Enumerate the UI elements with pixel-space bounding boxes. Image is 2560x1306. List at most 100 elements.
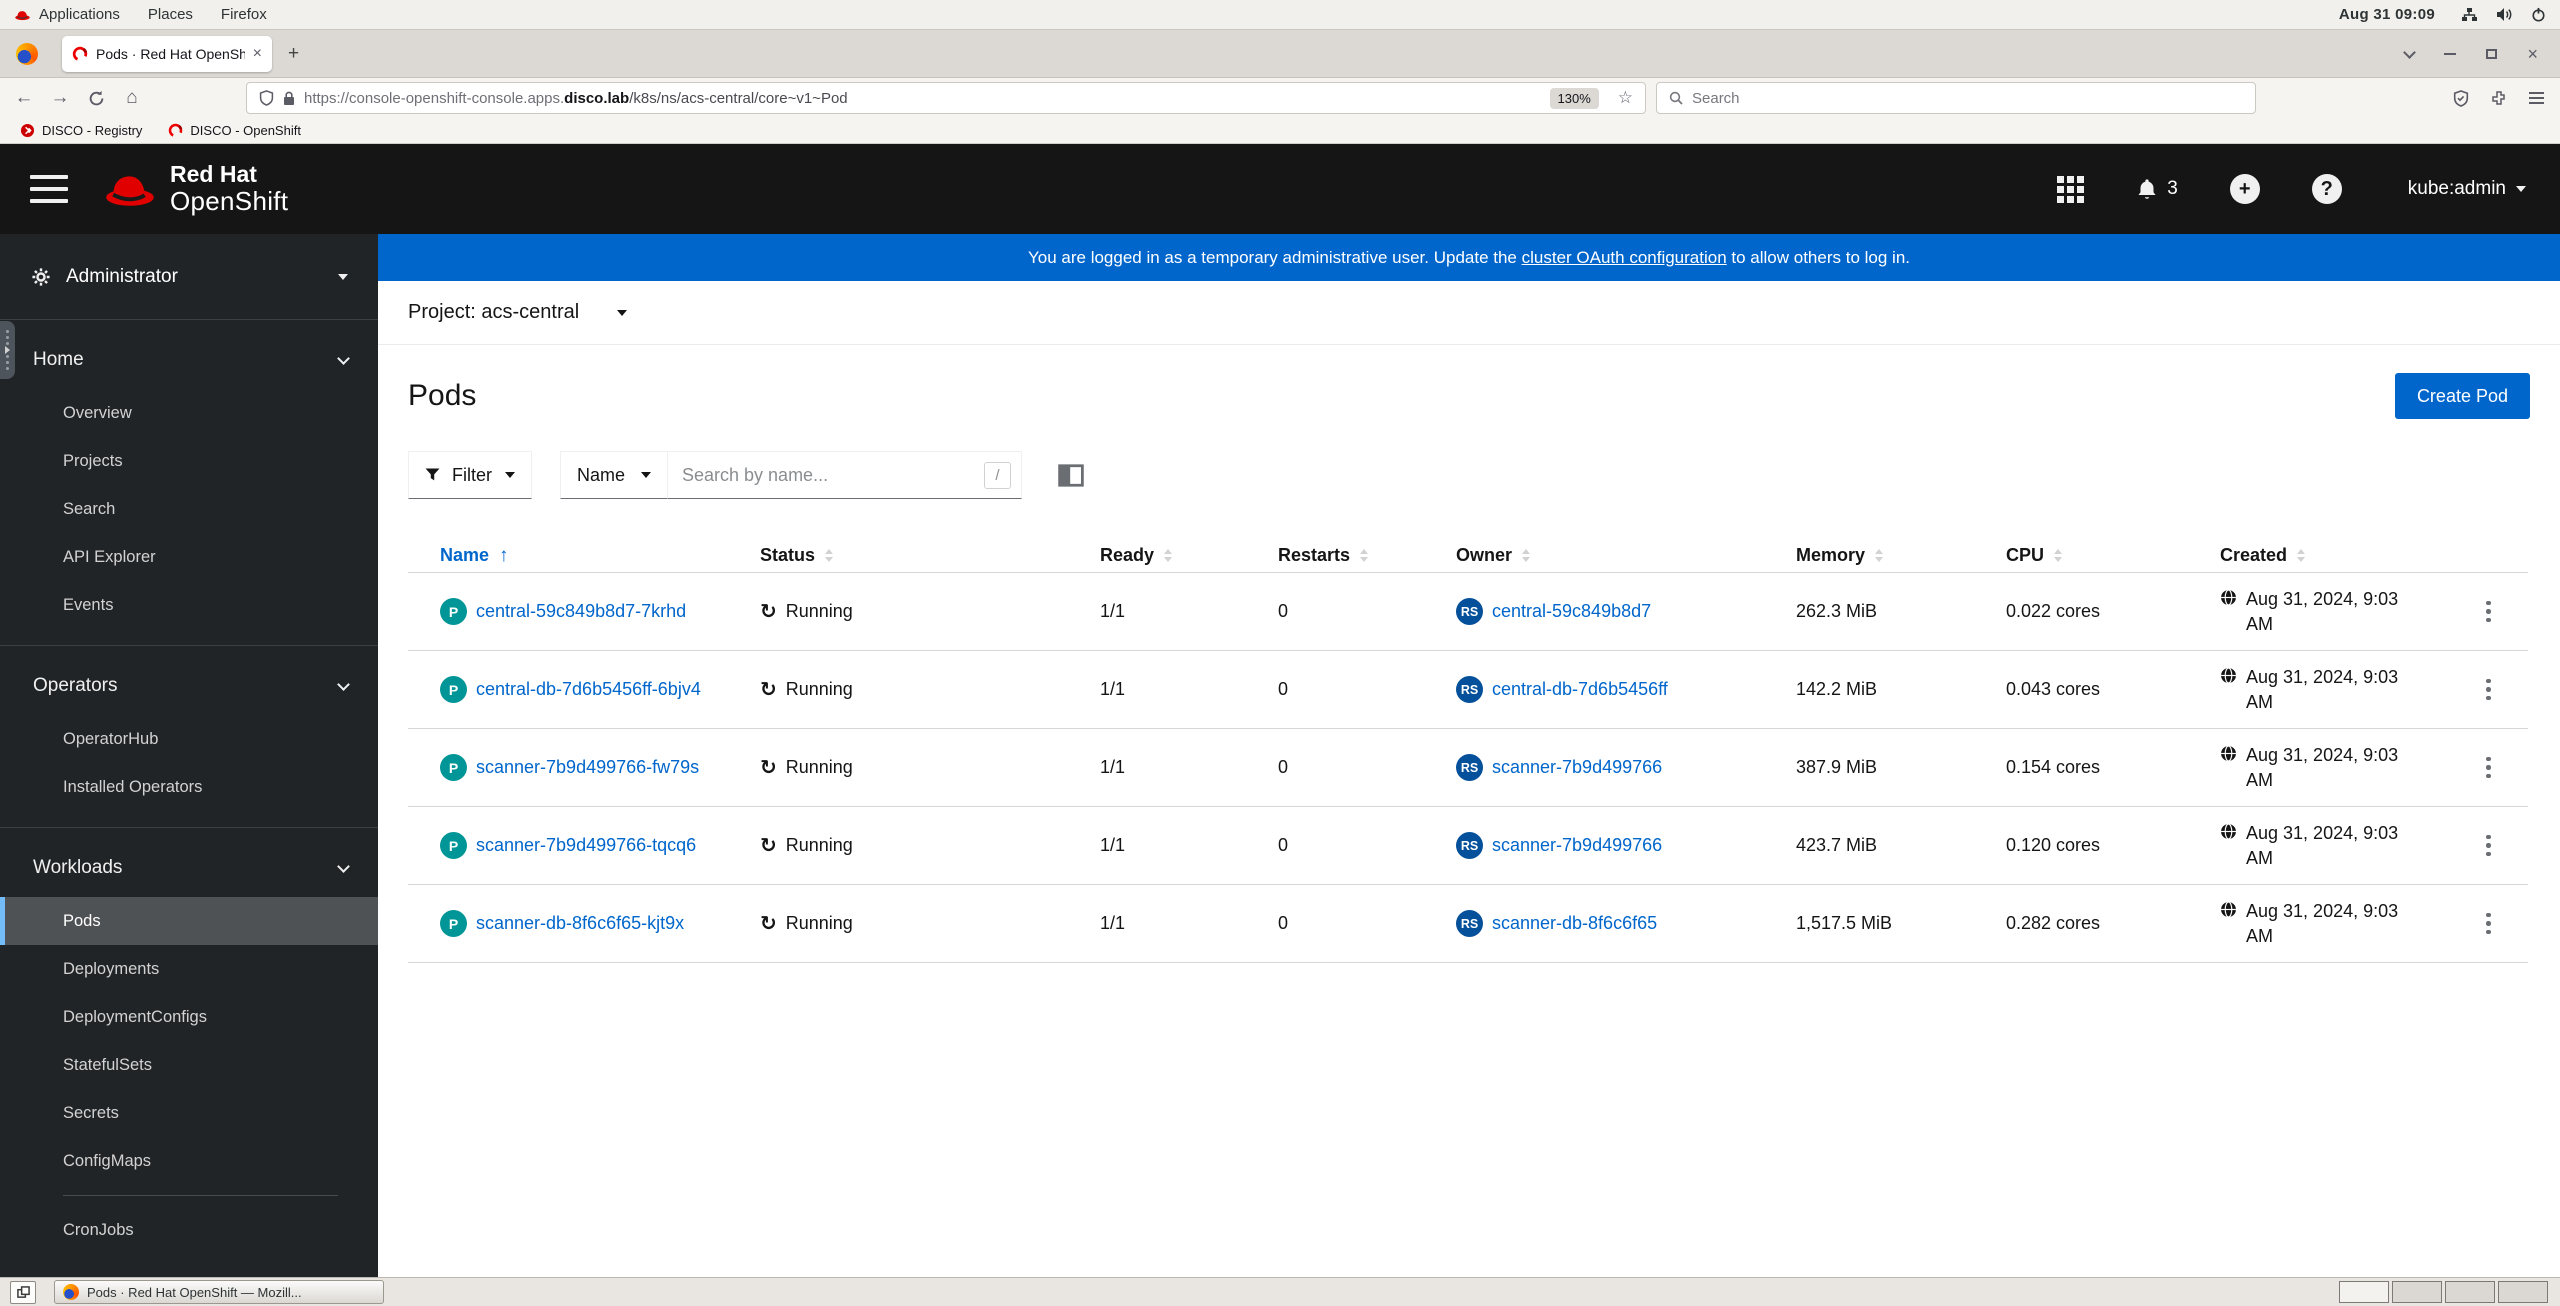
oauth-config-link[interactable]: cluster OAuth configuration [1522, 248, 1727, 267]
workspace-1[interactable] [2339, 1281, 2389, 1303]
forward-icon[interactable]: → [42, 87, 78, 109]
kebab-menu-icon[interactable] [2486, 678, 2491, 701]
url-bar[interactable]: https://console-openshift-console.apps.d… [246, 82, 1646, 114]
owner-link[interactable]: scanner-7b9d499766 [1492, 835, 1662, 856]
show-desktop-button[interactable] [10, 1280, 36, 1304]
nav-section-operators[interactable]: Operators [0, 669, 378, 703]
column-header-cpu[interactable]: CPU [1974, 545, 2188, 566]
pod-name-cell: Pscanner-db-8f6c6f65-kjt9x [408, 910, 728, 937]
column-header-name[interactable]: Name ↑ [408, 545, 728, 567]
nav-section-home[interactable]: Home [0, 343, 378, 377]
column-header-memory[interactable]: Memory [1764, 545, 1974, 566]
lock-icon[interactable] [283, 91, 295, 106]
column-header-status[interactable]: Status [728, 545, 1068, 566]
owner-link[interactable]: central-59c849b8d7 [1492, 601, 1651, 622]
places-menu[interactable]: Places [134, 0, 207, 29]
column-header-owner[interactable]: Owner [1424, 545, 1764, 566]
browser-search-bar[interactable] [1656, 82, 2256, 114]
owner-link[interactable]: scanner-7b9d499766 [1492, 757, 1662, 778]
kebab-menu-icon[interactable] [2486, 912, 2491, 935]
shield-icon[interactable] [259, 90, 274, 106]
browser-menu-icon[interactable] [2529, 92, 2544, 104]
name-search-field[interactable]: / [668, 451, 1022, 499]
help-icon[interactable]: ? [2311, 174, 2342, 204]
network-icon[interactable] [2461, 7, 2478, 22]
filter-attribute-dropdown[interactable]: Name [560, 451, 668, 499]
app-launcher-icon[interactable] [2057, 175, 2085, 203]
notifications-button[interactable]: 3 [2136, 178, 2178, 201]
column-header-ready[interactable]: Ready [1068, 545, 1246, 566]
sidebar-item-operatorhub[interactable]: OperatorHub [0, 715, 378, 763]
sidebar-item-deployments[interactable]: Deployments [0, 945, 378, 993]
sidebar-resize-handle[interactable] [0, 321, 15, 379]
firefox-icon [63, 1284, 79, 1300]
nav-section-workloads[interactable]: Workloads [0, 851, 378, 885]
sidebar-item-cronjobs[interactable]: CronJobs [0, 1206, 378, 1254]
sidebar-item-overview[interactable]: Overview [0, 389, 378, 437]
bookmark-disco-registry[interactable]: DISCO - Registry [20, 123, 142, 138]
tab-close-icon[interactable]: × [253, 45, 262, 63]
owner-link[interactable]: central-db-7d6b5456ff [1492, 679, 1668, 700]
filter-dropdown[interactable]: Filter [408, 451, 532, 499]
minimize-button[interactable] [2444, 52, 2457, 55]
sidebar-item-projects[interactable]: Projects [0, 437, 378, 485]
pod-link[interactable]: central-db-7d6b5456ff-6bjv4 [476, 679, 701, 700]
home-icon[interactable]: ⌂ [114, 87, 150, 109]
sidebar-item-pods[interactable]: Pods [0, 897, 378, 945]
firefox-app-menu[interactable]: Firefox [207, 0, 281, 29]
kebab-menu-icon[interactable] [2486, 834, 2491, 857]
list-tabs-chevron-icon[interactable] [2403, 45, 2417, 59]
workspace-2[interactable] [2392, 1281, 2442, 1303]
bookmark-disco-openshift[interactable]: DISCO - OpenShift [168, 123, 301, 138]
project-caret-icon[interactable] [617, 309, 628, 316]
kebab-menu-icon[interactable] [2486, 600, 2491, 623]
name-search-input[interactable] [682, 464, 984, 486]
reload-icon[interactable] [78, 90, 114, 107]
bookmark-star-icon[interactable]: ☆ [1618, 88, 1633, 108]
volume-icon[interactable] [2496, 7, 2513, 22]
new-tab-button[interactable]: + [288, 43, 299, 65]
column-header-restarts[interactable]: Restarts [1246, 545, 1424, 566]
workspace-4[interactable] [2498, 1281, 2548, 1303]
close-window-button[interactable]: × [2527, 45, 2538, 63]
workspace-3[interactable] [2445, 1281, 2495, 1303]
maximize-button[interactable] [2486, 48, 2498, 59]
create-pod-button[interactable]: Create Pod [2394, 373, 2530, 419]
user-menu[interactable]: kube:admin [2408, 178, 2526, 200]
sidebar-item-events[interactable]: Events [0, 581, 378, 629]
taskbar-item-firefox[interactable]: Pods · Red Hat OpenShift — Mozill... [54, 1280, 384, 1304]
sidebar-item-installed-operators[interactable]: Installed Operators [0, 763, 378, 811]
slash-shortcut-hint: / [984, 461, 1011, 489]
sidebar-item-statefulsets[interactable]: StatefulSets [0, 1041, 378, 1089]
column-label: Ready [1100, 545, 1155, 565]
sidebar-toggle-icon[interactable] [30, 175, 68, 203]
owner-link[interactable]: scanner-db-8f6c6f65 [1492, 913, 1657, 934]
sidebar-item-api-explorer[interactable]: API Explorer [0, 533, 378, 581]
perspective-switcher[interactable]: Administrator [0, 234, 378, 320]
activities-menu[interactable]: Applications [0, 0, 134, 29]
pod-link[interactable]: scanner-7b9d499766-tqcq6 [476, 835, 696, 856]
pod-link[interactable]: central-59c849b8d7-7krhd [476, 601, 686, 622]
project-selector[interactable]: Project: acs-central [408, 301, 579, 324]
pod-link[interactable]: scanner-db-8f6c6f65-kjt9x [476, 913, 684, 934]
page-title: Pods [408, 379, 477, 412]
column-management-icon[interactable] [1058, 463, 1084, 487]
sidebar-item-configmaps[interactable]: ConfigMaps [0, 1137, 378, 1185]
sidebar-item-deploymentconfigs[interactable]: DeploymentConfigs [0, 993, 378, 1041]
browser-search-input[interactable] [1692, 89, 2243, 107]
sidebar-item-search[interactable]: Search [0, 485, 378, 533]
add-circle-icon[interactable]: + [2229, 174, 2260, 204]
pod-link[interactable]: scanner-7b9d499766-fw79s [476, 757, 699, 778]
zoom-level-badge[interactable]: 130% [1549, 87, 1599, 109]
back-icon[interactable]: ← [6, 87, 42, 109]
restarts-cell: 0 [1246, 601, 1424, 622]
extensions-icon[interactable] [2491, 90, 2507, 106]
power-icon[interactable] [2531, 7, 2546, 22]
column-header-created[interactable]: Created [2188, 545, 2414, 566]
brand-logo[interactable]: Red Hat OpenShift [102, 161, 288, 216]
browser-tab[interactable]: Pods · Red Hat OpenShift × [62, 35, 272, 72]
kebab-menu-icon[interactable] [2486, 756, 2491, 779]
sidebar-item-secrets[interactable]: Secrets [0, 1089, 378, 1137]
protections-shield-icon[interactable] [2453, 89, 2469, 107]
system-clock[interactable]: Aug 31 09:09 [2339, 6, 2435, 23]
